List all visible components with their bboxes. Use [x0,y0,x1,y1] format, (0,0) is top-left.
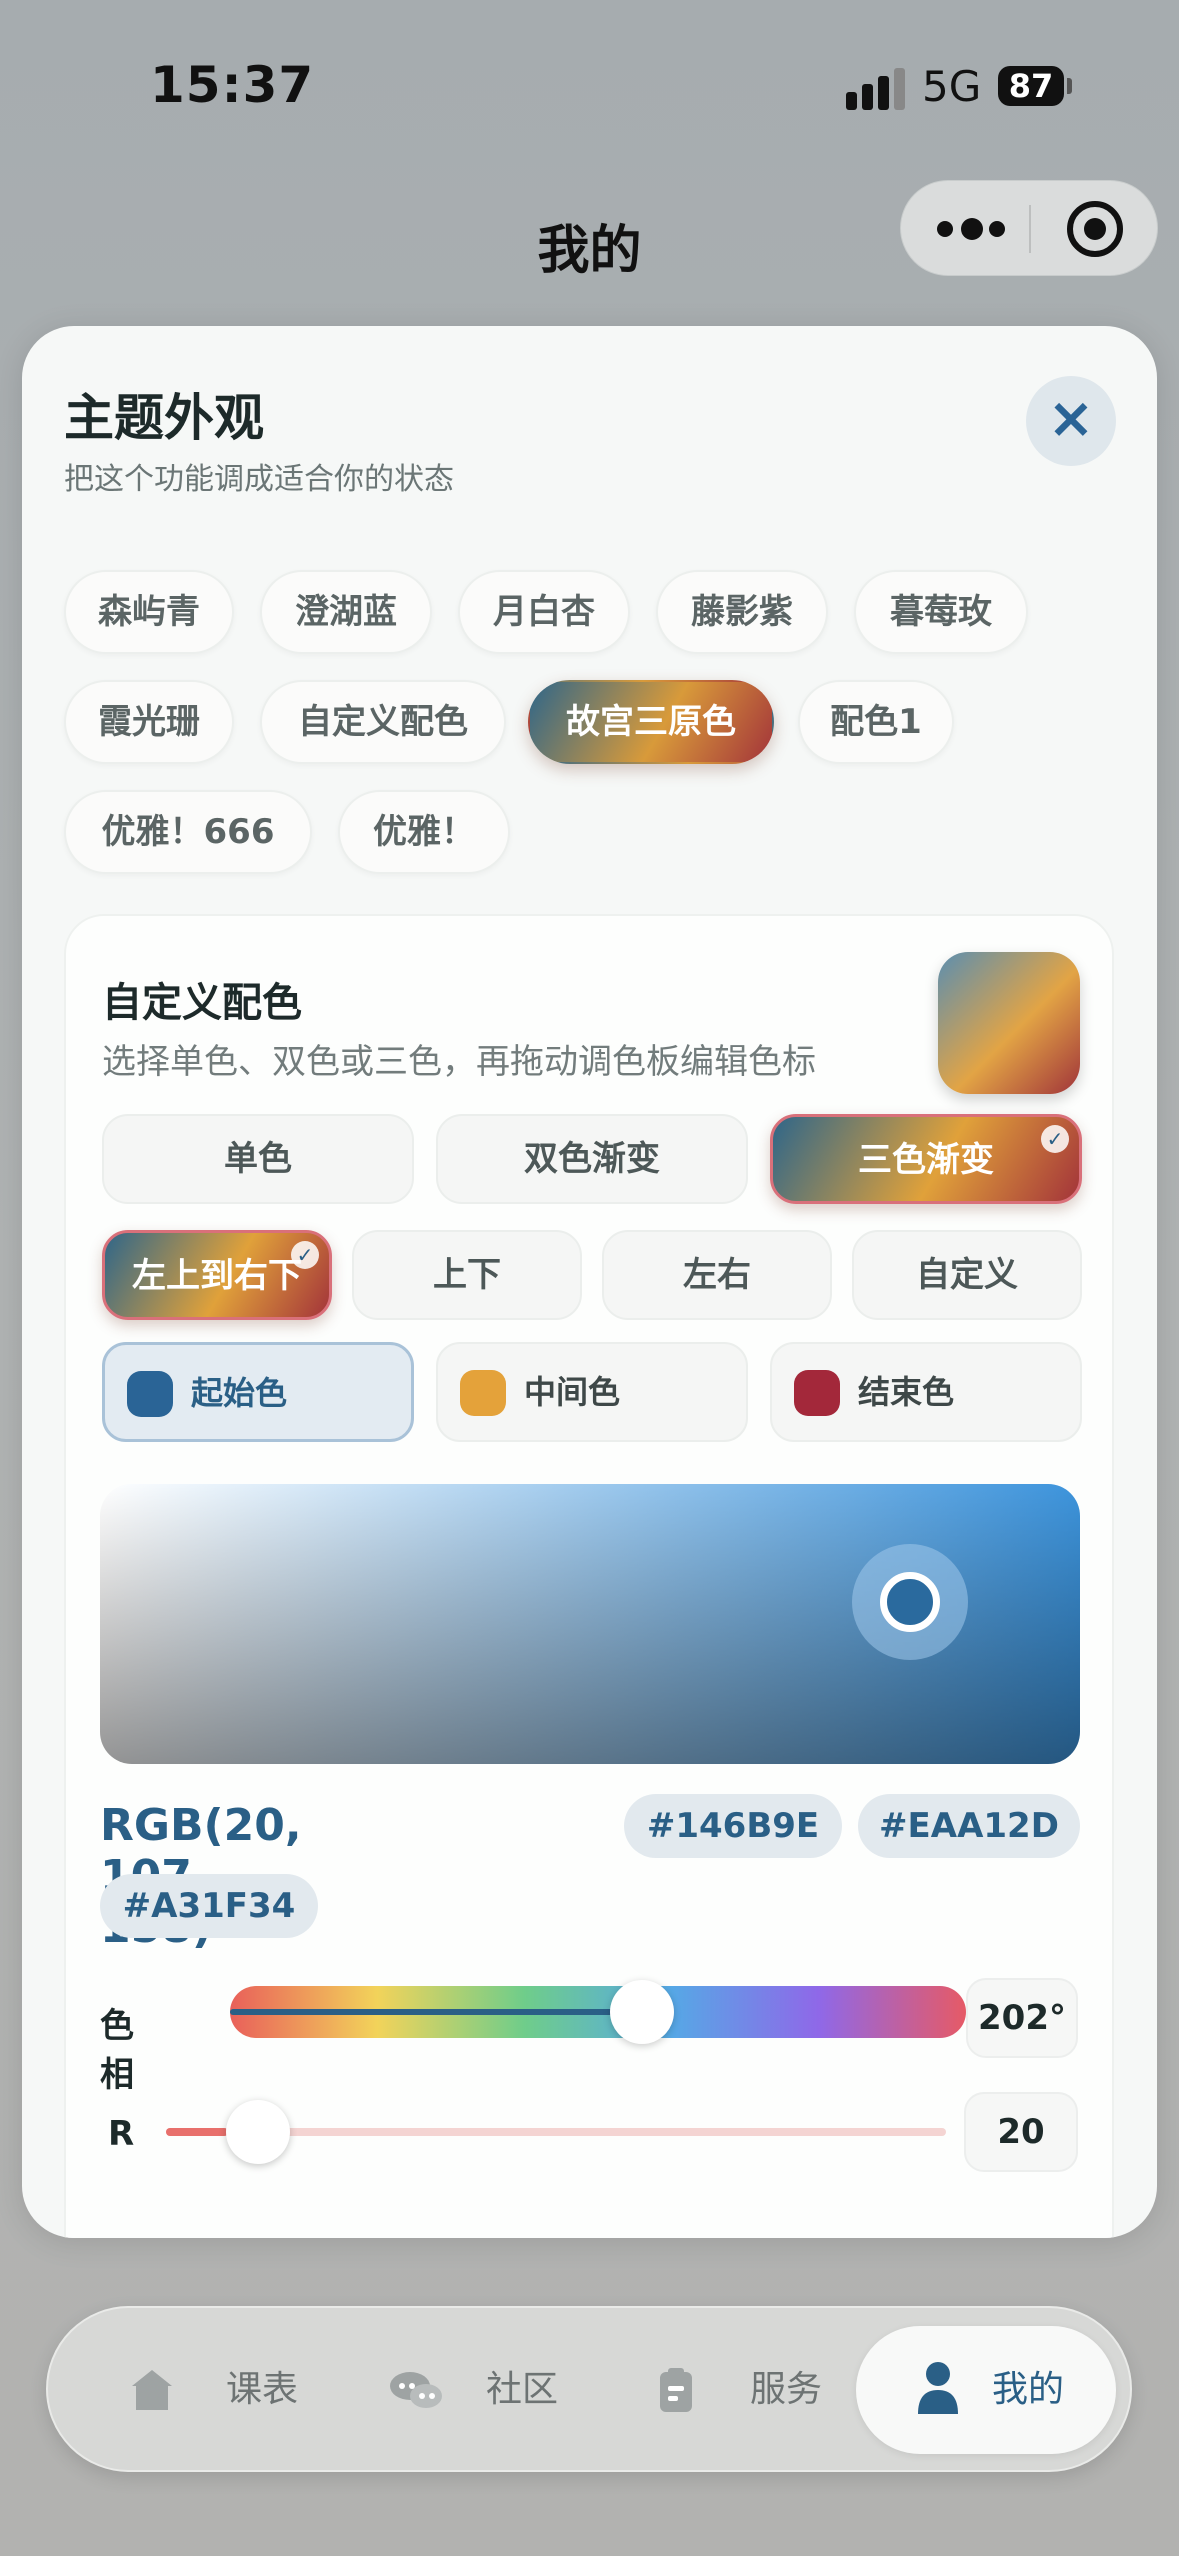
theme-chip[interactable]: 森屿青 [64,570,234,654]
gradient-preview [938,952,1080,1094]
direction-diagonal-label: 左上到右下 [132,1256,302,1296]
direction-horizontal[interactable]: 左右 [602,1230,832,1320]
tab-mine-label: 我的 [992,2369,1065,2410]
battery-tip [1067,78,1072,94]
tab-schedule-label: 课表 [226,2369,299,2410]
tab-schedule[interactable]: 课表 [88,2326,348,2454]
chat-icon [390,2372,442,2408]
mini-program-capsule [900,180,1158,276]
direction-diagonal[interactable]: 左上到右下 ✓ [102,1230,332,1320]
capsule-divider [1029,205,1031,253]
tab-community[interactable]: 社区 [348,2326,608,2454]
sheet-title: 主题外观 [64,389,264,447]
clipboard-icon [660,2368,692,2412]
check-icon: ✓ [1041,1125,1069,1153]
hex-middle[interactable]: #EAA12D [858,1794,1080,1858]
hue-label: 色相 [100,2006,134,2095]
hue-progress [230,2009,640,2015]
stop-start-label: 起始色 [191,1374,288,1412]
hex-start[interactable]: #146B9E [624,1794,842,1858]
close-button[interactable]: × [1026,376,1116,466]
theme-chip[interactable]: 藤影紫 [656,570,828,654]
user-icon [918,2362,958,2414]
stop-start[interactable]: 起始色 [102,1342,414,1442]
more-icon[interactable] [937,217,1007,241]
theme-chip[interactable]: 澄湖蓝 [260,570,432,654]
palette-handle-ring [880,1572,940,1632]
start-swatch [127,1371,173,1417]
battery-icon: 87 [998,66,1064,106]
theme-chip[interactable]: 配色1 [798,680,954,764]
mode-two-color[interactable]: 双色渐变 [436,1114,748,1204]
tab-bar: 课表 社区 服务 我的 [46,2306,1132,2472]
tab-services-label: 服务 [750,2369,823,2410]
stop-middle[interactable]: 中间色 [436,1342,748,1442]
sheet-subtitle: 把这个功能调成适合你的状态 [64,462,454,497]
close-miniprogram-icon[interactable] [1067,201,1123,257]
mode-three-color[interactable]: 三色渐变 ✓ [770,1114,1082,1204]
check-icon: ✓ [291,1241,319,1269]
r-value[interactable]: 20 [964,2092,1078,2172]
tab-mine[interactable]: 我的 [856,2326,1116,2454]
mode-single[interactable]: 单色 [102,1114,414,1204]
hue-value[interactable]: 202° [966,1978,1078,2058]
custom-title: 自定义配色 [102,980,302,1026]
direction-custom[interactable]: 自定义 [852,1230,1082,1320]
tab-community-label: 社区 [486,2369,559,2410]
r-label: R [108,2114,135,2154]
theme-chip[interactable]: 优雅！666 [64,790,312,874]
end-swatch [794,1370,840,1416]
palette-handle[interactable] [852,1544,968,1660]
stop-end-label: 结束色 [858,1373,955,1411]
network-label: 5G [922,62,982,111]
home-icon [132,2370,172,2410]
theme-chip[interactable]: 自定义配色 [260,680,506,764]
theme-chip[interactable]: 月白杏 [458,570,630,654]
theme-chip[interactable]: 优雅！ [338,790,510,874]
middle-swatch [460,1370,506,1416]
hex-end[interactable]: #A31F34 [100,1874,318,1938]
tab-services[interactable]: 服务 [612,2326,872,2454]
custom-subtitle: 选择单色、双色或三色，再拖动调色板编辑色标 [102,1042,816,1082]
mode-three-color-label: 三色渐变 [858,1140,994,1180]
theme-chip[interactable]: 霞光珊 [64,680,234,764]
r-thumb[interactable] [226,2100,291,2164]
signal-icon [846,68,906,110]
direction-vertical[interactable]: 上下 [352,1230,582,1320]
theme-chip-selected[interactable]: 故宫三原色 [528,680,774,764]
stop-middle-label: 中间色 [524,1373,621,1411]
theme-chip[interactable]: 暮莓玫 [854,570,1028,654]
status-time: 15:37 [150,56,315,114]
hue-thumb[interactable] [610,1980,675,2044]
r-progress [166,2128,229,2136]
stop-end[interactable]: 结束色 [770,1342,1082,1442]
